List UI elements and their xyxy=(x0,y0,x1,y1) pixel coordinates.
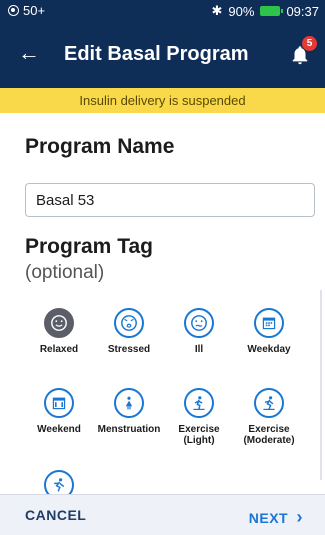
next-label: NEXT xyxy=(248,510,289,526)
status-left: 50+ xyxy=(8,3,45,18)
notification-badge: 5 xyxy=(302,36,317,51)
program-tag-heading: Program Tag xyxy=(25,235,153,258)
tag-label: Exercise (Moderate) xyxy=(243,424,295,446)
tag-label: Ill xyxy=(194,344,204,355)
tag-weekday[interactable]: Weekday xyxy=(232,308,306,355)
next-button[interactable]: NEXT › xyxy=(249,507,303,528)
tag-label: Menstruation xyxy=(97,424,161,435)
stressed-face-icon xyxy=(114,308,144,338)
relaxed-face-icon xyxy=(44,308,74,338)
calendar-weekend-icon xyxy=(44,388,74,418)
calendar-weekday-icon xyxy=(254,308,284,338)
tag-label: Stressed xyxy=(107,344,151,355)
app-bar: ← Edit Basal Program 5 xyxy=(0,22,325,88)
exercise-light-icon xyxy=(184,388,214,418)
tag-relaxed[interactable]: Relaxed xyxy=(22,308,96,355)
footer-bar: CANCEL NEXT › xyxy=(0,494,325,535)
tag-label: Weekend xyxy=(37,424,81,435)
tag-weekend[interactable]: Weekend xyxy=(22,388,96,435)
program-name-value: Basal 53 xyxy=(36,192,95,209)
tag-label: Weekday xyxy=(247,344,291,355)
program-name-input[interactable]: Basal 53 xyxy=(25,183,315,217)
tag-stressed[interactable]: Stressed xyxy=(92,308,166,355)
bluetooth-icon: ✱ xyxy=(211,3,223,18)
ill-face-icon xyxy=(184,308,214,338)
tag-label: Relaxed xyxy=(39,344,79,355)
clock: 09:37 xyxy=(286,3,319,19)
menstruation-icon xyxy=(114,388,144,418)
record-icon xyxy=(8,5,19,16)
battery-icon xyxy=(260,6,284,16)
tag-exercise-moderate[interactable]: Exercise (Moderate) xyxy=(232,388,306,446)
cancel-button[interactable]: CANCEL xyxy=(25,507,86,523)
status-right: ✱ 90% 09:37 xyxy=(212,3,319,19)
tag-label: Exercise (Light) xyxy=(178,424,220,446)
optional-label: (optional) xyxy=(25,262,105,283)
status-bar: 50+ ✱ 90% 09:37 xyxy=(0,0,325,22)
exercise-moderate-icon xyxy=(254,388,284,418)
status-left-text: 50+ xyxy=(23,3,46,18)
tag-exercise-light[interactable]: Exercise (Light) xyxy=(162,388,236,446)
program-name-heading: Program Name xyxy=(25,135,175,158)
page-title: Edit Basal Program xyxy=(64,43,249,65)
battery-percent: 90% xyxy=(228,3,255,19)
back-arrow-icon[interactable]: ← xyxy=(18,40,40,66)
chevron-right-icon: › xyxy=(296,507,303,527)
tag-ill[interactable]: Ill xyxy=(162,308,236,355)
suspended-banner: Insulin delivery is suspended xyxy=(0,88,325,113)
tag-menstruation[interactable]: Menstruation xyxy=(92,388,166,435)
scroll-indicator[interactable] xyxy=(320,290,322,480)
